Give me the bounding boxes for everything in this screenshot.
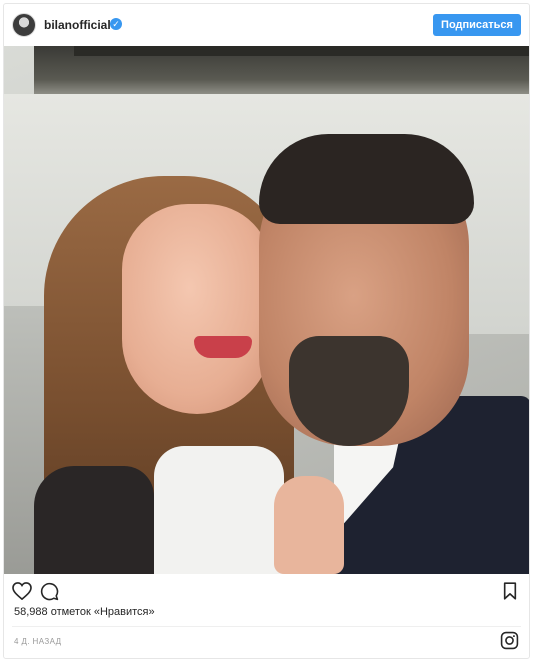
bookmark-icon[interactable] xyxy=(503,582,517,600)
post-header: bilanofficial ✓ Подписаться xyxy=(4,4,529,46)
photo-woman-face xyxy=(122,204,272,414)
post-photo[interactable] xyxy=(4,46,529,574)
photo-ceiling xyxy=(34,46,529,94)
avatar[interactable] xyxy=(12,13,36,37)
instagram-post: bilanofficial ✓ Подписаться 58,988 отмет… xyxy=(3,3,530,659)
photo-hand xyxy=(274,476,344,574)
comment-icon[interactable] xyxy=(40,582,59,601)
heart-icon[interactable] xyxy=(12,582,32,600)
photo-man-hair xyxy=(259,134,474,224)
follow-button[interactable]: Подписаться xyxy=(433,14,521,36)
photo-woman-smile xyxy=(194,336,252,358)
photo-woman-shirt xyxy=(154,446,284,574)
divider xyxy=(12,626,521,627)
photo-woman-jacket xyxy=(34,466,154,574)
action-bar xyxy=(4,574,529,604)
likes-count[interactable]: 58,988 отметок «Нравится» xyxy=(14,606,155,618)
instagram-icon[interactable] xyxy=(500,631,519,650)
username-link[interactable]: bilanofficial xyxy=(44,18,111,32)
verified-badge-icon: ✓ xyxy=(110,18,122,30)
post-timestamp[interactable]: 4 Д. НАЗАД xyxy=(14,637,61,646)
